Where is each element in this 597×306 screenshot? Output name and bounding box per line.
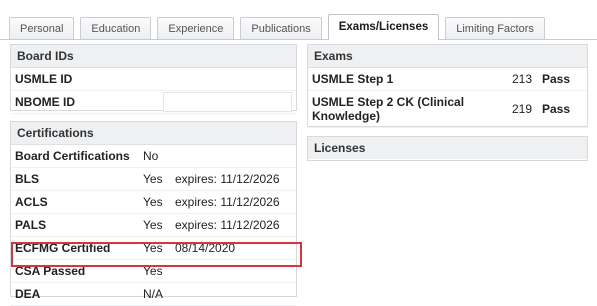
certification-detail: expires: 11/12/2026: [171, 190, 296, 214]
board-ids-title: Board IDs: [11, 45, 296, 68]
certification-detail: expires: 11/12/2026: [171, 167, 296, 191]
exam-row: USMLE Step 2 CK (Clinical Knowledge) 219…: [308, 90, 587, 128]
nbome-id-label: NBOME ID: [11, 90, 159, 114]
certifications-title: Certifications: [11, 122, 296, 145]
exam-score: 219: [506, 90, 538, 128]
exam-row: USMLE Step 1 213 Pass: [308, 68, 587, 91]
exams-table: USMLE Step 1 213 Pass USMLE Step 2 CK (C…: [308, 68, 587, 128]
exam-name: USMLE Step 1: [308, 68, 506, 91]
licenses-panel: Licenses: [307, 136, 588, 161]
certification-label: Board Certifications: [11, 145, 139, 168]
tab-education[interactable]: Education: [80, 17, 152, 39]
exams-title: Exams: [308, 45, 587, 68]
certification-row: ACLS Yes expires: 11/12/2026: [11, 190, 296, 214]
tab-experience[interactable]: Experience: [157, 17, 235, 39]
tab-divider: [0, 39, 597, 40]
certification-label: BLS: [11, 167, 139, 191]
certifications-table: Board Certifications No BLS Yes expires:…: [11, 145, 296, 306]
certification-row: PALS Yes expires: 11/12/2026: [11, 213, 296, 237]
tab-limiting-factors[interactable]: Limiting Factors: [445, 17, 545, 39]
exam-name: USMLE Step 2 CK (Clinical Knowledge): [308, 90, 506, 128]
certification-status: No: [139, 145, 171, 168]
tab-personal[interactable]: Personal: [9, 17, 75, 39]
licenses-title: Licenses: [308, 137, 587, 159]
certification-label: ACLS: [11, 190, 139, 214]
exam-score: 213: [506, 68, 538, 91]
tab-exams-licenses[interactable]: Exams/Licenses: [327, 14, 440, 40]
certification-label: DEA: [11, 282, 139, 306]
certification-status: N/A: [139, 282, 171, 306]
exam-result: Pass: [538, 68, 587, 91]
certification-status: Yes: [139, 167, 171, 191]
board-id-row: USMLE ID: [11, 68, 296, 91]
certifications-panel: Certifications Board Certifications No B…: [10, 121, 297, 306]
certification-status: Yes: [139, 213, 171, 237]
certification-row: BLS Yes expires: 11/12/2026: [11, 167, 296, 191]
usmle-id-value: [159, 68, 296, 91]
usmle-id-label: USMLE ID: [11, 68, 159, 91]
certification-detail: [171, 145, 296, 168]
nbome-id-field: [163, 92, 292, 112]
board-id-row: NBOME ID: [11, 90, 296, 114]
certification-row: Board Certifications No: [11, 145, 296, 168]
tab-publications[interactable]: Publications: [240, 17, 322, 39]
exam-result: Pass: [538, 90, 587, 128]
nbome-id-value: [159, 90, 296, 114]
certification-detail: [171, 282, 296, 306]
board-ids-panel: Board IDs USMLE ID NBOME ID: [10, 44, 297, 114]
certification-label: PALS: [11, 213, 139, 237]
certification-detail: expires: 11/12/2026: [171, 213, 296, 237]
tabs: Personal Education Experience Publicatio…: [9, 14, 551, 40]
exams-panel: Exams USMLE Step 1 213 Pass USMLE Step 2…: [307, 44, 588, 128]
board-ids-table: USMLE ID NBOME ID: [11, 68, 296, 114]
highlight-box: [11, 242, 302, 267]
certification-status: Yes: [139, 190, 171, 214]
certification-row: DEA N/A: [11, 282, 296, 306]
